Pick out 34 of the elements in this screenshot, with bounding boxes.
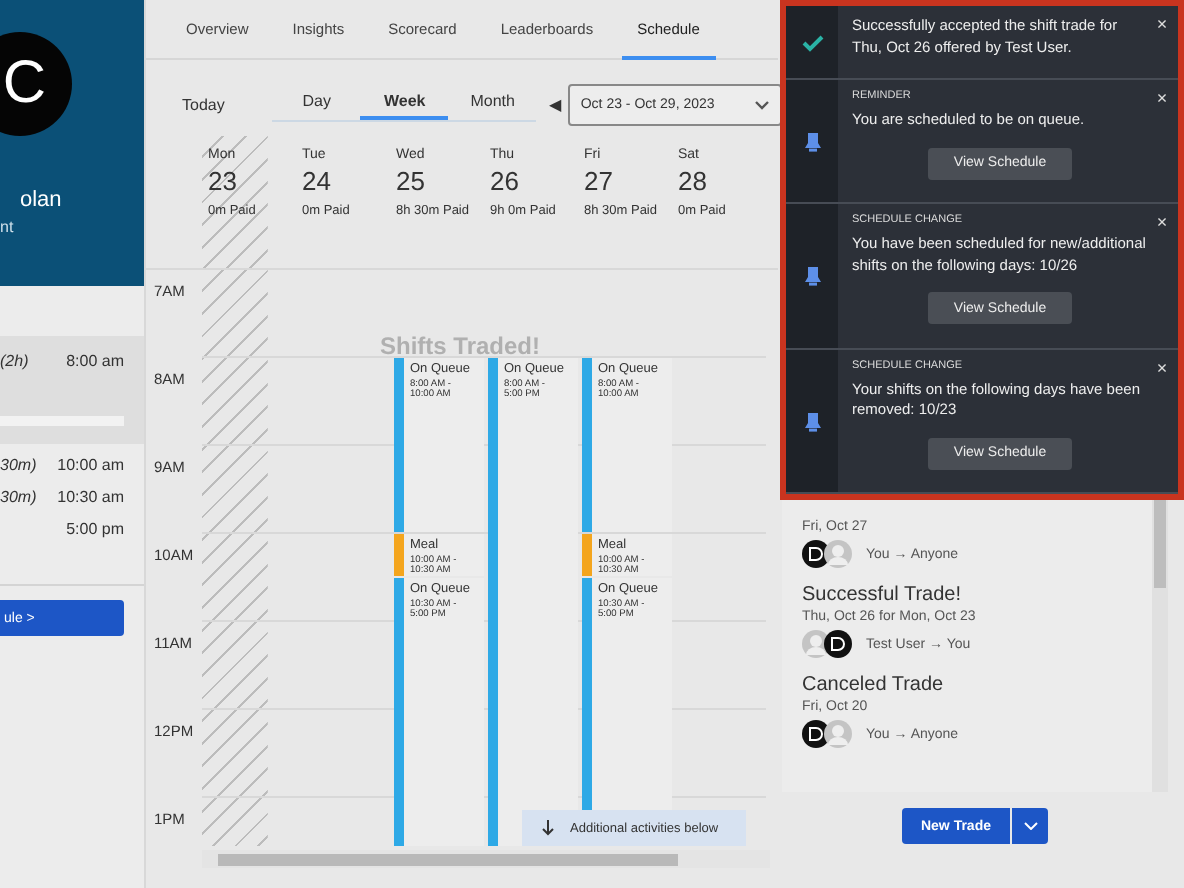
close-button[interactable]: ×	[1152, 210, 1172, 234]
day-date: 27	[584, 166, 615, 196]
down-arrow-icon	[542, 820, 554, 836]
agenda-time: 10:30 am	[57, 488, 124, 506]
agenda-time: 5:00 pm	[66, 520, 124, 538]
profile-name: olan	[20, 188, 62, 212]
agenda-time: 10:00 am	[57, 456, 124, 474]
view-tab[interactable]: Month	[448, 86, 537, 120]
shifts-traded-title: Shifts Traded!	[380, 334, 541, 360]
day-date: 24	[302, 166, 333, 196]
caret-icon	[1023, 822, 1037, 830]
agenda-duration: 30m)	[0, 488, 37, 506]
trade-title: Canceled Trade	[802, 674, 946, 696]
profile-role: nt	[0, 218, 14, 236]
close-button[interactable]: ×	[1152, 12, 1172, 36]
agenda-duration: (2h)	[0, 352, 29, 370]
trade-title: Successful Trade!	[802, 584, 963, 606]
view-tab[interactable]: Week	[360, 86, 449, 120]
dropdown-button[interactable]	[1012, 808, 1048, 844]
close-button[interactable]: ×	[1152, 355, 1172, 379]
view-tab[interactable]: Day	[272, 86, 361, 120]
agenda-time: 8:00 am	[66, 352, 124, 370]
chevron-icon	[754, 99, 770, 109]
previous-button[interactable]: ◀	[548, 95, 561, 113]
agenda-duration: 30m)	[0, 456, 37, 474]
day-date: 28	[678, 166, 709, 196]
day-date: 25	[396, 166, 427, 196]
day-date: 26	[490, 166, 521, 196]
vertical-scrollbar[interactable]	[1152, 500, 1168, 792]
horizontal-scrollbar[interactable]	[202, 850, 770, 868]
day-date: 23	[208, 166, 239, 196]
avatar-initial: C	[2, 54, 46, 114]
today-button[interactable]: Today	[182, 95, 225, 113]
close-button[interactable]: ×	[1152, 86, 1172, 110]
